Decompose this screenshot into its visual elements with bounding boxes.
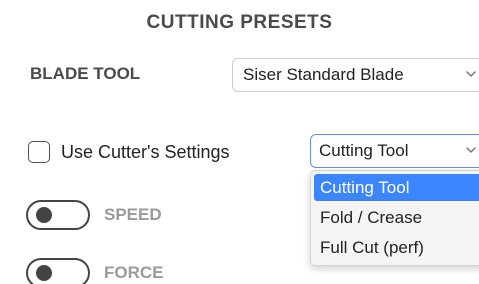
force-toggle[interactable] <box>26 258 90 284</box>
cutting-tool-select[interactable]: Cutting Tool <box>310 134 479 168</box>
use-cutter-settings-checkbox[interactable] <box>28 141 50 163</box>
menu-item-cutting-tool[interactable]: Cutting Tool <box>314 174 479 201</box>
toggle-knob <box>36 265 52 281</box>
cutting-presets-panel: CUTTING PRESETS BLADE TOOL Siser Standar… <box>0 0 479 284</box>
speed-toggle[interactable] <box>26 200 90 230</box>
speed-label: SPEED <box>104 205 162 224</box>
toggle-knob <box>36 207 52 223</box>
menu-item-full-cut-perf[interactable]: Full Cut (perf) <box>314 234 479 261</box>
menu-item-fold-crease[interactable]: Fold / Crease <box>314 204 479 231</box>
blade-tool-value: Siser Standard Blade <box>243 65 404 84</box>
force-label: FORCE <box>104 263 164 282</box>
blade-tool-label: BLADE TOOL <box>30 64 141 83</box>
panel-title: CUTTING PRESETS <box>146 12 333 33</box>
chevron-down-icon <box>465 68 477 80</box>
use-cutter-settings-label: Use Cutter's Settings <box>61 142 230 162</box>
cutting-tool-dropdown-menu: Cutting Tool Fold / Crease Full Cut (per… <box>310 170 479 266</box>
chevron-down-icon <box>465 144 477 156</box>
cutting-tool-value: Cutting Tool <box>319 141 409 160</box>
blade-tool-select[interactable]: Siser Standard Blade <box>232 58 479 92</box>
